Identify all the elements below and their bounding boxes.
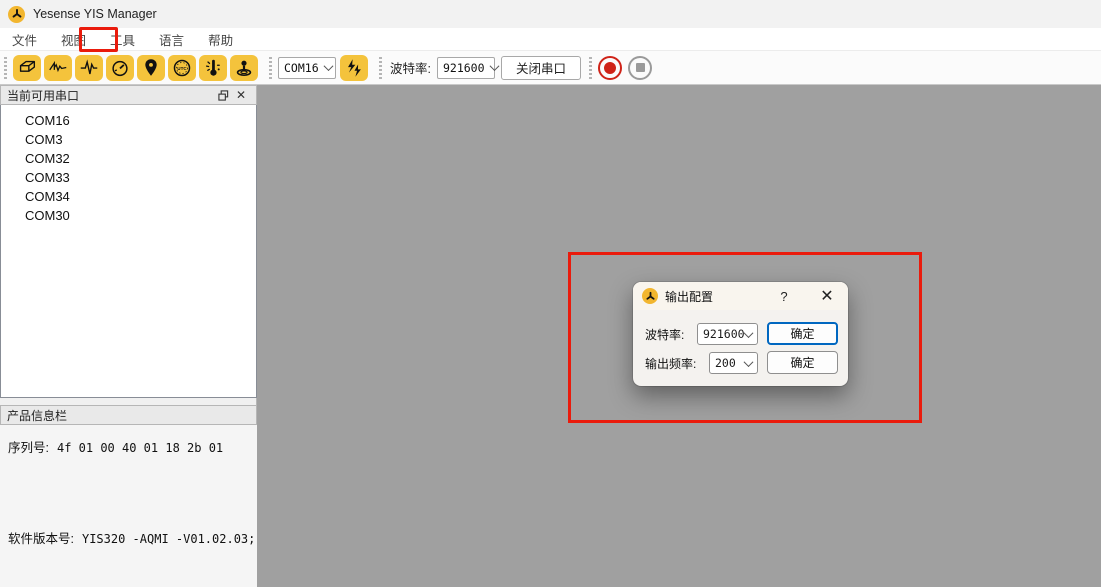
serial-number-row: 序列号: 4f 01 00 40 01 18 2b 01 <box>8 437 223 456</box>
chevron-down-icon <box>744 328 754 338</box>
app-logo-icon <box>8 6 25 23</box>
port-list-item[interactable]: COM34 <box>1 187 256 206</box>
dialog-output-rate-value: 200 <box>715 356 736 370</box>
output-rate-row: 输出频率: <box>645 352 696 374</box>
port-list-item[interactable]: COM3 <box>1 130 256 149</box>
toolbar-grip[interactable] <box>269 57 272 79</box>
dialog-help-button[interactable]: ? <box>773 285 795 307</box>
dialog-output-rate-ok-button[interactable]: 确定 <box>767 351 838 374</box>
available-ports-panel-header: 当前可用串口 ✕ <box>0 85 257 105</box>
product-info-title: 产品信息栏 <box>7 407 67 424</box>
port-select-value: COM16 <box>284 61 319 75</box>
port-list-item[interactable]: COM33 <box>1 168 256 187</box>
toolbar-grip[interactable] <box>379 57 382 79</box>
available-ports-title: 当前可用串口 <box>7 87 79 104</box>
dialog-title: 输出配置 <box>665 288 766 305</box>
toolbar-grip[interactable] <box>4 57 7 79</box>
dialog-logo-icon <box>642 288 658 304</box>
title-bar: Yesense YIS Manager <box>0 0 1101 28</box>
dialog-baud-select[interactable]: 921600 <box>697 323 758 345</box>
dialog-close-button[interactable]: ✕ <box>816 285 838 307</box>
toolbar: UTC COM16 <box>0 51 1101 85</box>
refresh-ports-button[interactable] <box>340 55 368 81</box>
dialog-baud-ok-button[interactable]: 确定 <box>767 322 838 345</box>
record-button[interactable] <box>598 56 622 80</box>
close-panel-button[interactable]: ✕ <box>232 87 250 103</box>
toolbar-grip[interactable] <box>589 57 592 79</box>
workspace: 输出配置 ? ✕ 波特率: 921600 确定 输出频率: 200 确定 <box>257 85 1101 587</box>
record-dot-icon <box>604 62 616 74</box>
joystick-icon[interactable] <box>230 55 258 81</box>
baud-rate-value: 921600 <box>443 61 485 75</box>
dialog-title-bar[interactable]: 输出配置 ? ✕ <box>633 282 848 310</box>
attitude-waveform-icon[interactable] <box>44 55 72 81</box>
chevron-down-icon <box>744 357 754 367</box>
port-list-item[interactable]: COM32 <box>1 149 256 168</box>
menu-bar: 文件 视图 工具 语言 帮助 <box>0 28 1101 51</box>
dialog-baud-label: 波特率: <box>645 326 684 343</box>
software-version-row: 软件版本号: YIS320 -AQMI -V01.02.03; <box>8 528 255 547</box>
vibration-waveform-icon[interactable] <box>75 55 103 81</box>
svg-text:UTC: UTC <box>177 65 187 70</box>
stop-square-icon <box>636 63 645 72</box>
thermometer-icon[interactable] <box>199 55 227 81</box>
port-select[interactable]: COM16 <box>278 57 336 79</box>
dialog-baud-value: 921600 <box>703 327 745 341</box>
content-area: 当前可用串口 ✕ COM16 COM3 COM32 COM33 COM34 CO… <box>0 85 1101 587</box>
chevron-down-icon <box>489 61 499 71</box>
menu-help[interactable]: 帮助 <box>196 27 245 52</box>
menu-file[interactable]: 文件 <box>0 27 49 52</box>
product-info-panel-header: 产品信息栏 <box>0 405 257 425</box>
window-title: Yesense YIS Manager <box>33 7 157 21</box>
serial-number-label: 序列号: <box>8 437 49 456</box>
serial-number-value: 4f 01 00 40 01 18 2b 01 <box>57 441 223 455</box>
port-list[interactable]: COM16 COM3 COM32 COM33 COM34 COM30 <box>0 105 257 398</box>
output-config-dialog: 输出配置 ? ✕ 波特率: 921600 确定 输出频率: 200 确定 <box>633 282 848 386</box>
product-info-body: 序列号: 4f 01 00 40 01 18 2b 01 软件版本号: YIS3… <box>0 425 257 587</box>
sidebar: 当前可用串口 ✕ COM16 COM3 COM32 COM33 COM34 CO… <box>0 85 257 587</box>
port-list-item[interactable]: COM16 <box>1 111 256 130</box>
menu-tools[interactable]: 工具 <box>98 27 147 52</box>
utc-clock-icon[interactable]: UTC <box>168 55 196 81</box>
menu-view[interactable]: 视图 <box>49 27 98 52</box>
dialog-output-rate-label: 输出频率: <box>645 355 696 372</box>
dialog-output-rate-select[interactable]: 200 <box>709 352 758 374</box>
port-list-item[interactable]: COM30 <box>1 206 256 225</box>
chevron-down-icon <box>323 61 333 71</box>
baud-rate-row: 波特率: <box>645 323 684 345</box>
baud-rate-label: 波特率: <box>390 58 431 77</box>
software-version-value: YIS320 -AQMI -V01.02.03; <box>82 532 255 546</box>
float-panel-button[interactable] <box>214 87 232 103</box>
menu-language[interactable]: 语言 <box>147 27 196 52</box>
baud-rate-select[interactable]: 921600 <box>437 57 495 79</box>
cube-3d-icon[interactable] <box>13 55 41 81</box>
gauge-icon[interactable] <box>106 55 134 81</box>
location-pin-icon[interactable] <box>137 55 165 81</box>
stop-button[interactable] <box>628 56 652 80</box>
close-serial-port-button[interactable]: 关闭串口 <box>501 56 581 80</box>
software-version-label: 软件版本号: <box>8 528 74 547</box>
